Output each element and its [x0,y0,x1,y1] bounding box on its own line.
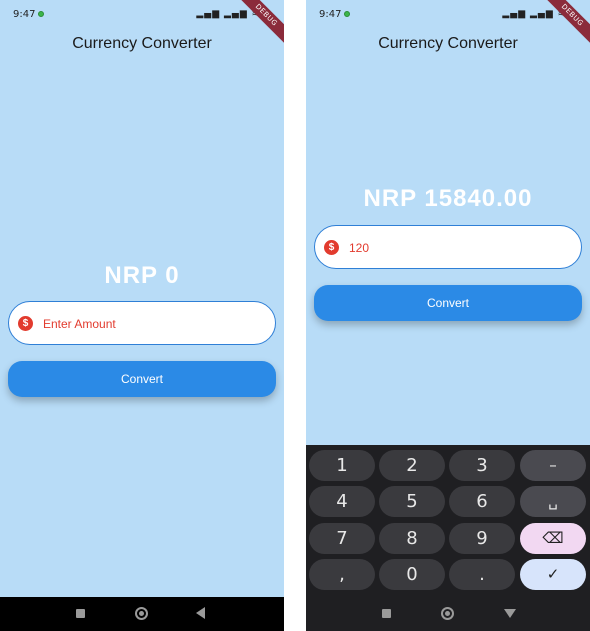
home-icon[interactable] [135,607,148,620]
status-time: 9:47 [319,9,342,20]
amount-input[interactable]: $ Enter Amount [8,301,276,345]
app-title: Currency Converter [72,35,212,52]
conversion-result: NRP 0 [104,262,180,289]
key-5[interactable]: 5 [379,486,445,517]
screen-converted-state: 9:47 ▂▄▆ ▂▄▆ ≋ ▮ DEBUG Currency Converte… [306,0,590,631]
key-7[interactable]: 7 [309,523,375,554]
recents-icon[interactable] [382,609,391,618]
hide-keyboard-icon[interactable] [504,609,516,618]
key-minus[interactable]: – [520,450,586,481]
key-period[interactable]: . [449,559,515,590]
key-2[interactable]: 2 [379,450,445,481]
dollar-circle-icon: $ [18,316,33,331]
dollar-circle-icon: $ [324,240,339,255]
convert-button[interactable]: Convert [314,285,582,321]
app-title: Currency Converter [378,35,518,52]
amount-input[interactable]: $ 120 [314,225,582,269]
numeric-keyboard: 1 2 3 – 4 5 6 ␣ 7 8 9 ⌫ , 0 . ✓ [306,445,590,597]
notification-dot-icon [344,11,350,17]
key-8[interactable]: 8 [379,523,445,554]
status-bar: 9:47 ▂▄▆ ▂▄▆ ≋ ▮ [306,0,590,30]
backspace-key[interactable]: ⌫ [520,523,586,554]
screen-empty-state: 9:47 ▂▄▆ ▂▄▆ ≋ ▮ DEBUG Currency Converte… [0,0,284,631]
conversion-result: NRP 15840.00 [363,185,533,212]
back-icon[interactable] [196,607,205,619]
key-3[interactable]: 3 [449,450,515,481]
status-time: 9:47 [13,9,36,20]
system-nav-bar [0,597,284,631]
key-4[interactable]: 4 [309,486,375,517]
status-bar: 9:47 ▂▄▆ ▂▄▆ ≋ ▮ [0,0,284,30]
notification-dot-icon [38,11,44,17]
amount-value: 120 [349,241,370,255]
done-key[interactable]: ✓ [520,559,586,590]
system-nav-bar [306,597,590,631]
key-1[interactable]: 1 [309,450,375,481]
key-6[interactable]: 6 [449,486,515,517]
key-comma[interactable]: , [309,559,375,590]
key-space[interactable]: ␣ [520,486,586,517]
recents-icon[interactable] [76,609,85,618]
key-9[interactable]: 9 [449,523,515,554]
home-icon[interactable] [441,607,454,620]
key-0[interactable]: 0 [379,559,445,590]
amount-placeholder: Enter Amount [43,317,116,331]
convert-button[interactable]: Convert [8,361,276,397]
